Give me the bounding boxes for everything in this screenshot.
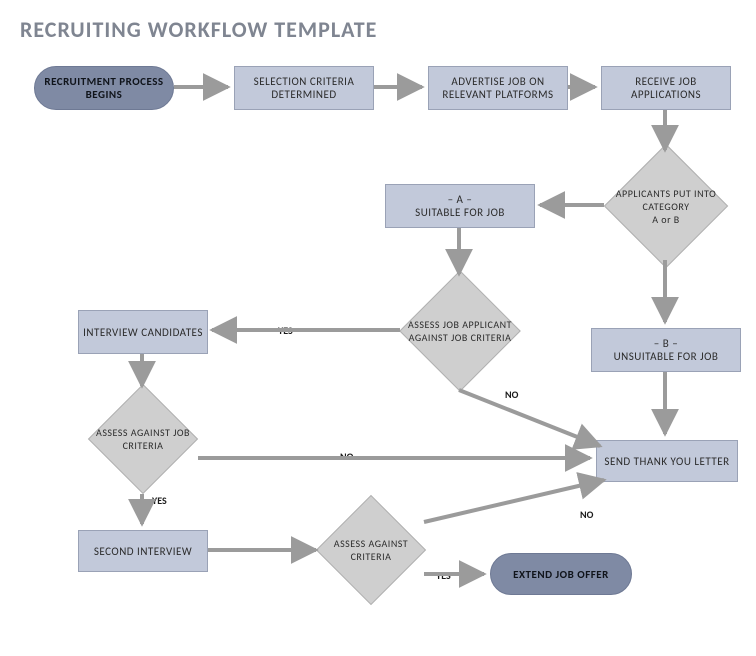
flow-arrows [0, 0, 756, 612]
